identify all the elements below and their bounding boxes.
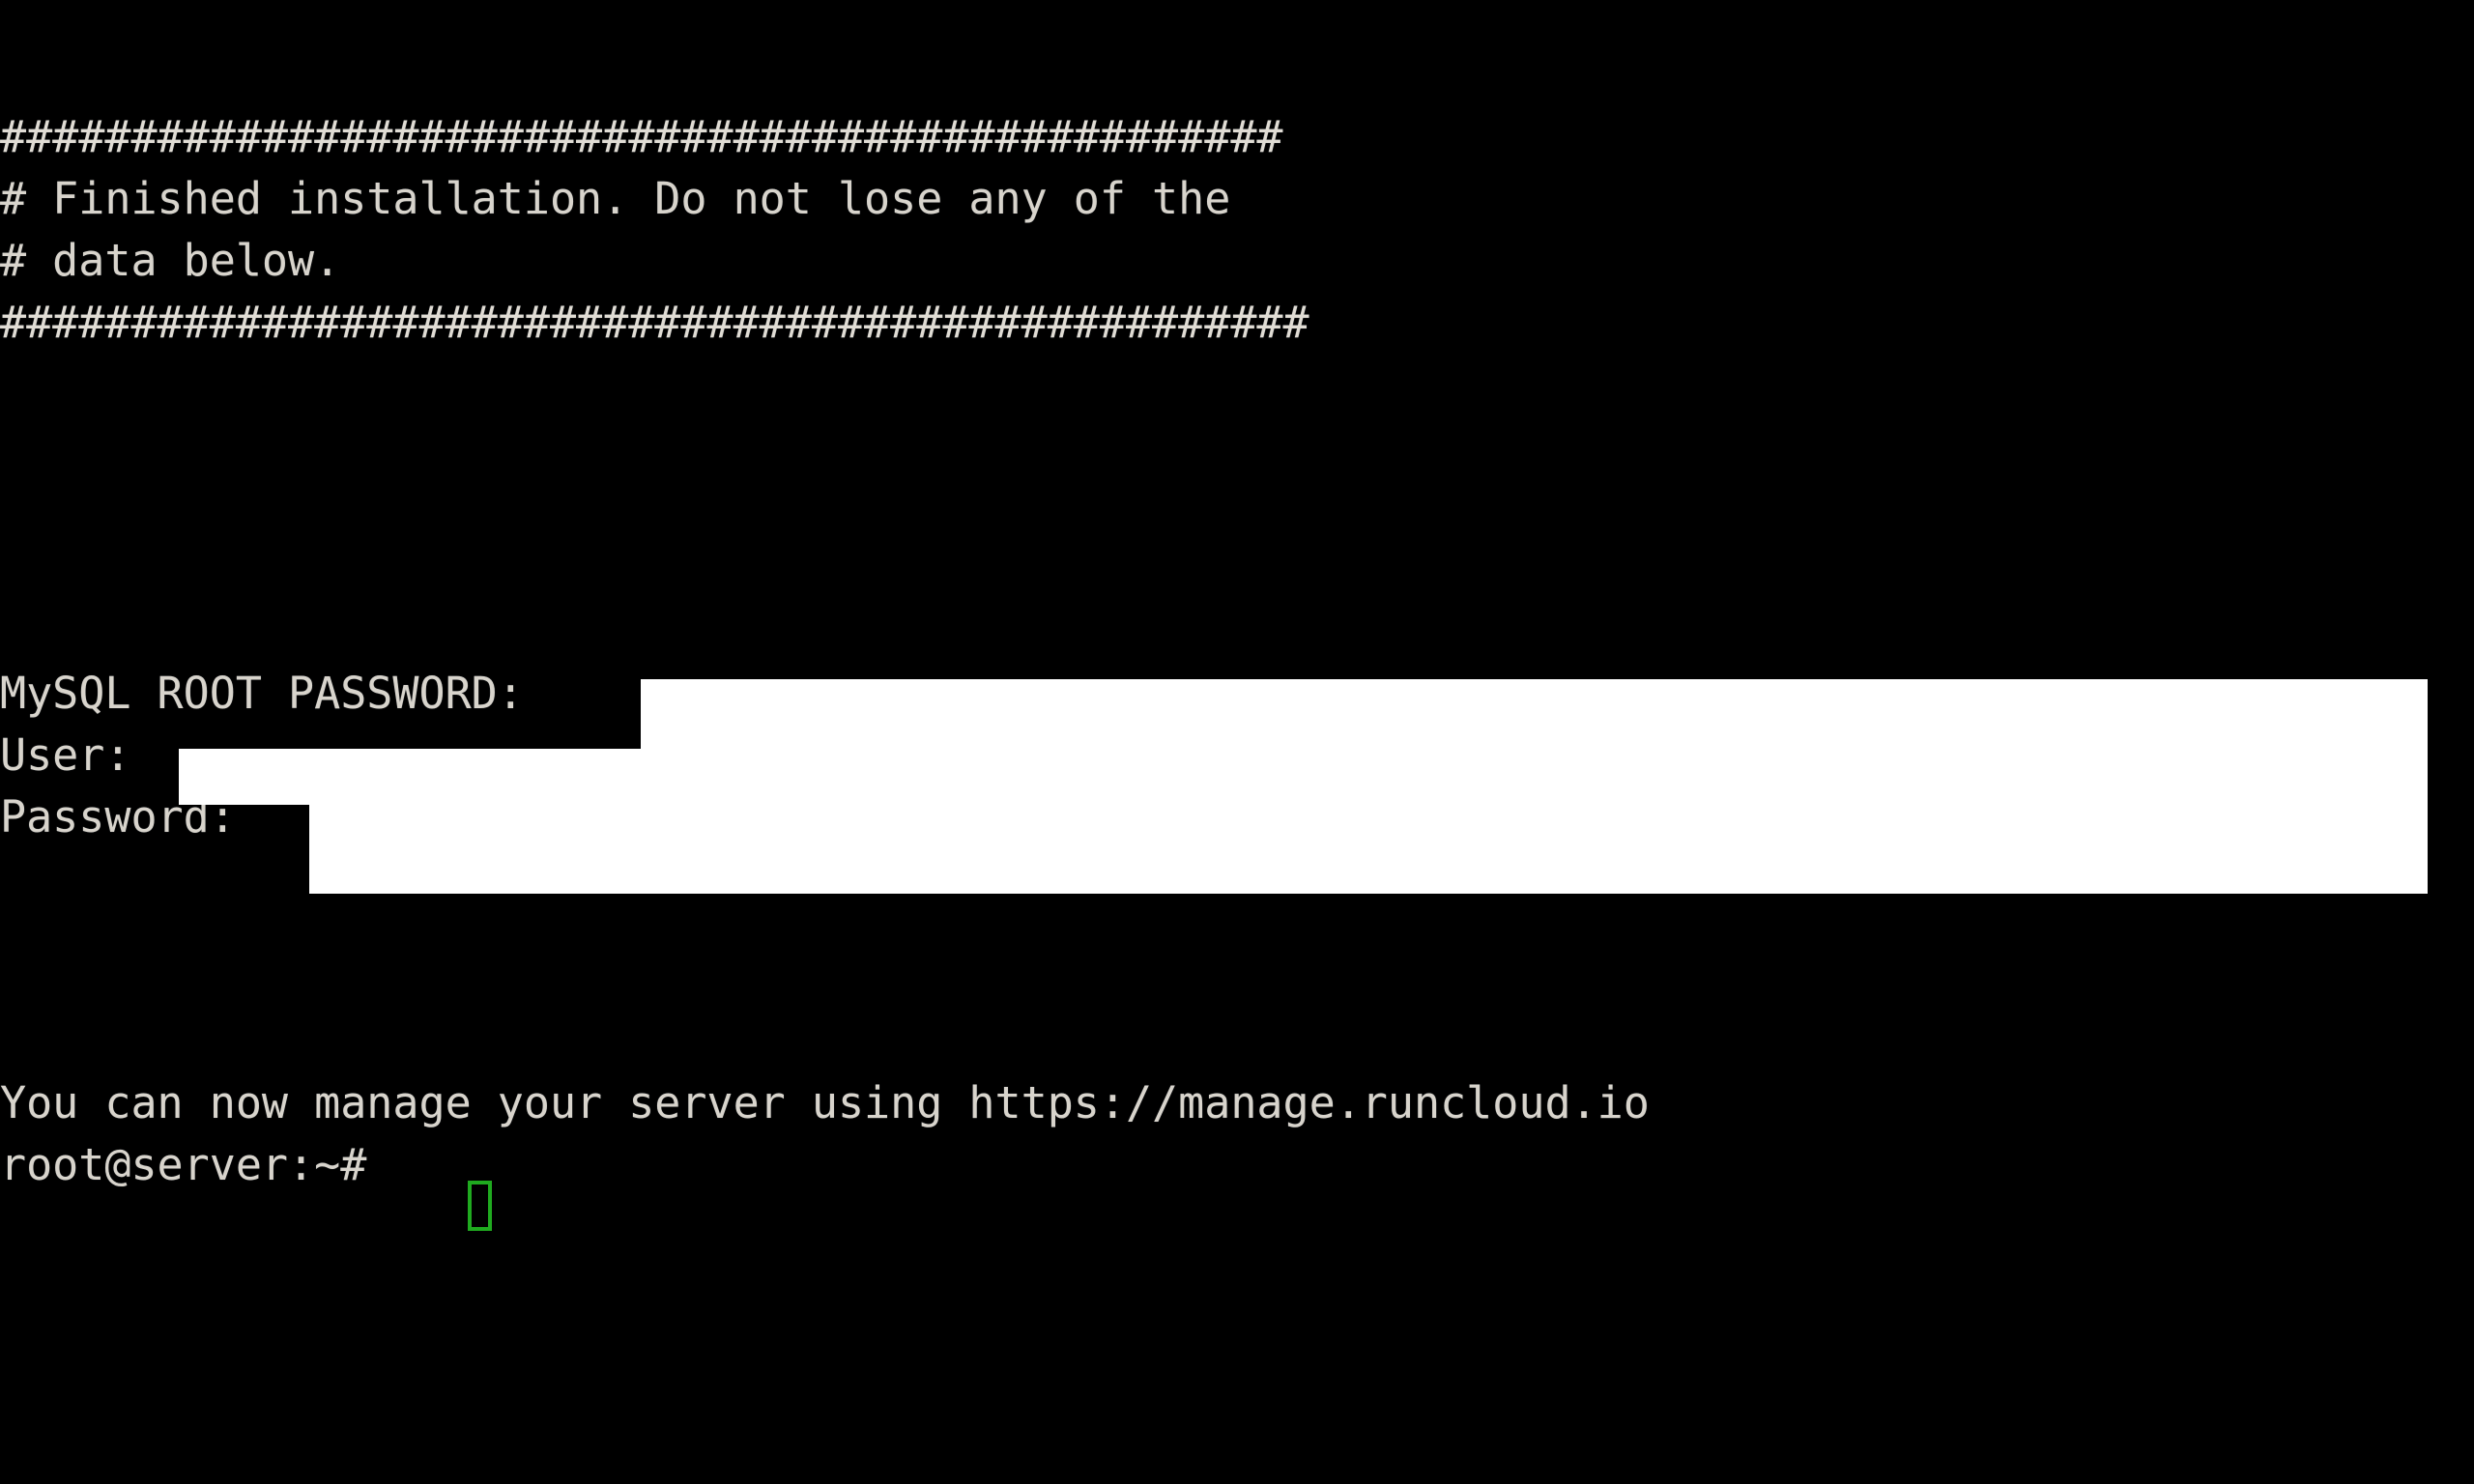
user-value-redaction-block (179, 749, 2428, 805)
manage-server-message: You can now manage your server using htt… (0, 1077, 1650, 1128)
banner-rule-top: ########################################… (0, 111, 1283, 162)
banner-rule-bottom: ########################################… (0, 297, 1309, 348)
mysql-root-password-label: MySQL ROOT PASSWORD: (0, 668, 524, 719)
user-label: User: (0, 729, 131, 781)
banner-line-finished-installation: # Finished installation. Do not lose any… (0, 173, 1231, 224)
banner-line-data-below: # data below. (0, 235, 341, 286)
password-value-redaction-block (309, 805, 2428, 894)
shell-prompt: root@server:~# (0, 1139, 393, 1190)
mysql-root-password-redaction-block (641, 679, 2428, 749)
text-cursor (468, 1181, 492, 1231)
terminal-window[interactable]: ########################################… (0, 0, 2474, 1484)
